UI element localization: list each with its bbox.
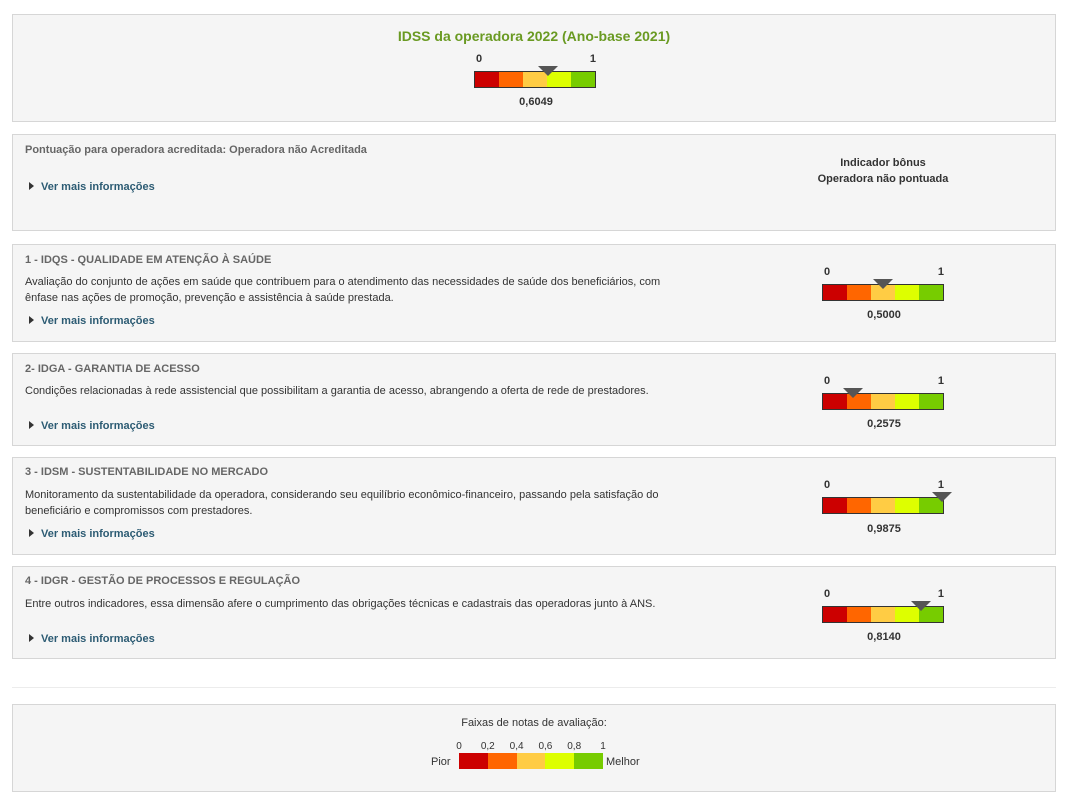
overall-meter: 0 1 [474, 53, 598, 91]
more-info-link[interactable]: Ver mais informações [29, 633, 155, 645]
band-5 [919, 394, 943, 409]
band-5 [571, 72, 595, 87]
dimension-meter: 0 1 [822, 588, 946, 626]
dimension-meter: 0 1 [822, 266, 946, 304]
meter-pointer-icon [537, 66, 558, 76]
meter-min-label: 0 [824, 479, 831, 491]
overall-title: IDSS da operadora 2022 (Ano-base 2021) [397, 28, 671, 44]
dimension-description: Avaliação do conjunto de ações em saúde … [25, 276, 661, 304]
dimension-value: 0,5000 [867, 309, 901, 321]
band-4 [545, 753, 575, 769]
meter-pointer-icon [932, 492, 953, 502]
dimension-meter: 0 1 [822, 479, 953, 517]
overall-value: 0,6049 [519, 96, 553, 108]
more-info-label: Ver mais informações [41, 633, 155, 645]
more-info-label: Ver mais informações [41, 315, 155, 327]
meter-bar [822, 393, 944, 410]
legend-tick: 0,4 [509, 741, 524, 752]
expand-triangle-icon [29, 529, 34, 537]
section-divider [12, 687, 1056, 688]
meter-pointer-icon [911, 601, 932, 611]
legend-best-label: Melhor [606, 756, 640, 768]
dimension-value: 0,9875 [867, 523, 901, 535]
meter-min-label: 0 [824, 266, 831, 278]
band-5 [919, 285, 943, 300]
dimension-description: Monitoramento da sustentabilidade da ope… [25, 489, 659, 517]
dimension-panel-idgr: 4 - IDGR - GESTÃO DE PROCESSOS E REGULAÇ… [12, 566, 1056, 659]
more-info-label: Ver mais informações [41, 528, 155, 540]
legend-worst-label: Pior [431, 756, 451, 768]
dimension-title: 1 - IDQS - QUALIDADE EM ATENÇÃO À SAÚDE [25, 254, 272, 266]
band-2 [499, 72, 523, 87]
meter-max-label: 1 [937, 266, 944, 278]
expand-triangle-icon [29, 421, 34, 429]
band-2 [847, 285, 871, 300]
accreditation-panel: Pontuação para operadora acreditada: Ope… [12, 134, 1056, 231]
band-3 [871, 607, 895, 622]
legend-tick: 0,2 [480, 741, 495, 752]
meter-pointer-icon [873, 279, 893, 289]
dimension-title: 3 - IDSM - SUSTENTABILIDADE NO MERCADO [25, 466, 269, 478]
dimension-description: Condições relacionadas à rede assistenci… [25, 385, 649, 397]
more-info-link[interactable]: Ver mais informações [29, 315, 155, 327]
bonus-indicator: Indicador bônus Operadora não pontuada [793, 155, 973, 187]
meter-bar [474, 71, 596, 88]
legend-color-bar [459, 753, 603, 769]
band-3 [871, 498, 895, 513]
more-info-label: Ver mais informações [41, 181, 155, 193]
legend-tick: 0,6 [538, 741, 553, 752]
dimension-panel-idsm: 3 - IDSM - SUSTENTABILIDADE NO MERCADO M… [12, 457, 1056, 555]
dimension-value: 0,8140 [867, 631, 901, 643]
band-1 [823, 607, 847, 622]
dimension-panel-idga: 2- IDGA - GARANTIA DE ACESSO Condições r… [12, 353, 1056, 446]
bonus-title: Indicador bônus [840, 157, 926, 169]
band-4 [895, 285, 919, 300]
dimension-value: 0,2575 [867, 418, 901, 430]
band-2 [847, 498, 871, 513]
legend-ticks: 0 0,2 0,4 0,6 0,8 1 [456, 741, 606, 753]
dimension-title: 4 - IDGR - GESTÃO DE PROCESSOS E REGULAÇ… [25, 575, 301, 587]
dimension-panel-idqs: 1 - IDQS - QUALIDADE EM ATENÇÃO À SAÚDE … [12, 244, 1056, 342]
accreditation-text: Pontuação para operadora acreditada: Ope… [25, 144, 367, 156]
band-3 [516, 753, 546, 769]
expand-triangle-icon [29, 634, 34, 642]
legend-panel: Faixas de notas de avaliação: 0 0,2 0,4 … [12, 704, 1056, 792]
dimension-description: Entre outros indicadores, essa dimensão … [25, 598, 656, 610]
meter-min-label: 0 [824, 375, 831, 387]
more-info-label: Ver mais informações [41, 420, 155, 432]
meter-bar [822, 497, 944, 514]
band-3 [871, 394, 895, 409]
band-4 [895, 394, 919, 409]
more-info-link[interactable]: Ver mais informações [29, 420, 155, 432]
dimension-title: 2- IDGA - GARANTIA DE ACESSO [25, 363, 200, 375]
expand-triangle-icon [29, 316, 34, 324]
legend-tick: 1 [600, 741, 606, 752]
legend-tick: 0,8 [567, 741, 582, 752]
overall-score-panel: IDSS da operadora 2022 (Ano-base 2021) 0… [12, 14, 1056, 122]
band-1 [459, 753, 488, 769]
meter-min-label: 0 [476, 53, 483, 65]
dimension-meter: 0 1 [822, 375, 946, 413]
band-2 [847, 607, 871, 622]
band-4 [895, 498, 919, 513]
band-2 [487, 753, 517, 769]
band-1 [823, 285, 847, 300]
meter-max-label: 1 [937, 588, 944, 600]
meter-pointer-icon [843, 388, 864, 398]
meter-max-label: 1 [589, 53, 596, 65]
expand-triangle-icon [29, 182, 34, 190]
more-info-link[interactable]: Ver mais informações [29, 528, 155, 540]
meter-min-label: 0 [824, 588, 831, 600]
band-1 [475, 72, 499, 87]
legend-title: Faixas de notas de avaliação: [461, 717, 607, 729]
legend-tick: 0 [456, 741, 462, 752]
more-info-link[interactable]: Ver mais informações [29, 181, 155, 193]
band-1 [823, 498, 847, 513]
bonus-status: Operadora não pontuada [817, 173, 949, 185]
meter-max-label: 1 [937, 375, 944, 387]
band-5 [574, 753, 603, 769]
meter-max-label: 1 [937, 479, 944, 491]
